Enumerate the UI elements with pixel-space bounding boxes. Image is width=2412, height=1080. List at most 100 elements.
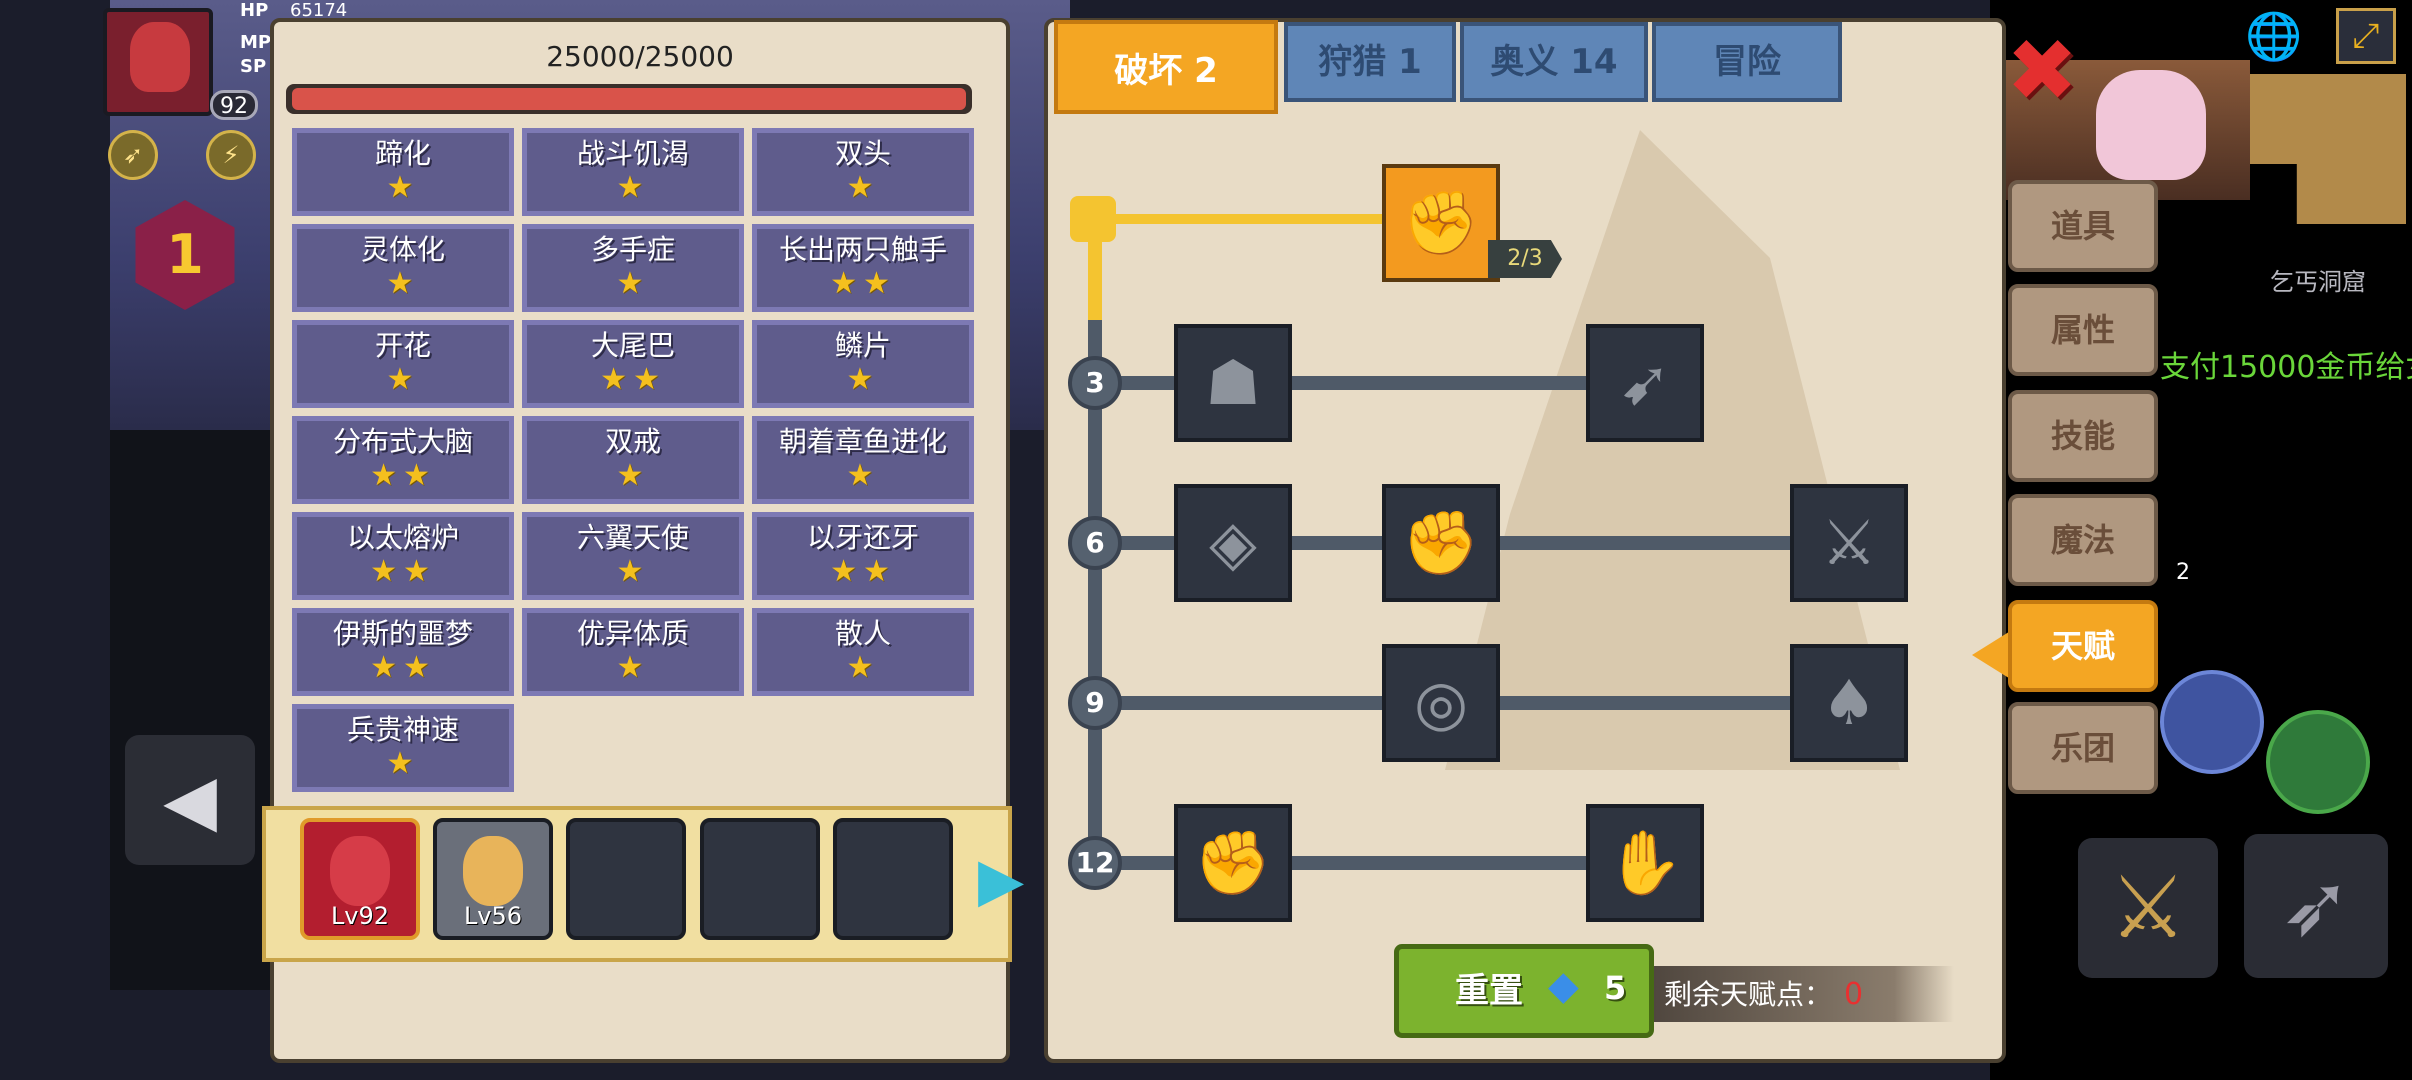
player-level-badge: 92 bbox=[210, 90, 258, 120]
grip-talent-icon[interactable]: ✋ bbox=[1586, 804, 1704, 922]
sp-label: SP bbox=[240, 56, 267, 77]
trait-tile[interactable]: 多手症 ★ bbox=[522, 224, 744, 312]
trait-tile[interactable]: 鳞片 ★ bbox=[752, 320, 974, 408]
trait-name: 大尾巴 bbox=[590, 329, 675, 362]
team-slot[interactable]: Lv92 bbox=[300, 818, 420, 940]
clenched-fist-talent-icon[interactable]: ✊ bbox=[1174, 804, 1292, 922]
trait-stars: ★ bbox=[846, 458, 880, 493]
row-level-node: 12 bbox=[1068, 836, 1122, 890]
arm-wrestle-talent-icon[interactable]: ✊ bbox=[1382, 164, 1500, 282]
trait-name: 鳞片 bbox=[834, 329, 891, 362]
trait-tile[interactable]: 双戒 ★ bbox=[522, 416, 744, 504]
blood-blade-talent-icon[interactable]: ⚔ bbox=[1790, 484, 1908, 602]
trait-tile[interactable]: 以太熔炉 ★★ bbox=[292, 512, 514, 600]
sword-icon[interactable]: ⚔ bbox=[2078, 838, 2218, 978]
trait-stars: ★★ bbox=[830, 554, 896, 589]
menu-items[interactable]: 道具 bbox=[2008, 180, 2158, 272]
trait-name: 分布式大脑 bbox=[332, 425, 473, 458]
trait-tile[interactable]: 开花 ★ bbox=[292, 320, 514, 408]
expand-arrow-icon[interactable]: ⤢ bbox=[2336, 8, 2396, 64]
team-slot-empty[interactable] bbox=[566, 818, 686, 940]
quest-text: 支付15000金币给女 bbox=[2160, 350, 2412, 385]
trait-tile[interactable]: 灵体化 ★ bbox=[292, 224, 514, 312]
menu-band[interactable]: 乐团 bbox=[2008, 702, 2158, 794]
row-level-node: 6 bbox=[1068, 516, 1122, 570]
trait-tile[interactable]: 以牙还牙 ★★ bbox=[752, 512, 974, 600]
team-next-arrow-icon[interactable]: ▶ bbox=[978, 845, 1024, 915]
trait-stars: ★ bbox=[846, 170, 880, 205]
trait-stars: ★★ bbox=[370, 458, 436, 493]
trait-tile[interactable]: 六翼天使 ★ bbox=[522, 512, 744, 600]
tree-start-node bbox=[1070, 196, 1116, 242]
arrow-shot-talent-icon[interactable]: ➹ bbox=[1586, 324, 1704, 442]
player-face bbox=[130, 22, 190, 92]
trait-tile[interactable]: 长出两只触手 ★★ bbox=[752, 224, 974, 312]
trait-stars: ★ bbox=[616, 650, 650, 685]
talent-points-label: 剩余天赋点： bbox=[1664, 978, 1833, 1011]
trait-name: 散人 bbox=[834, 617, 891, 650]
trait-stars: ★ bbox=[386, 266, 420, 301]
buff-icon[interactable]: ⚡ bbox=[206, 130, 256, 180]
burst-skill-icon[interactable] bbox=[2266, 710, 2370, 814]
tab-hunting[interactable]: 狩猎 1 bbox=[1284, 22, 1456, 102]
gem-icon: ◆ bbox=[1548, 963, 1579, 1009]
close-icon[interactable]: ✖ bbox=[2006, 28, 2078, 114]
panel-hp-text: 25000/25000 bbox=[546, 40, 734, 73]
location-name: 乞丐洞窟 bbox=[2270, 268, 2366, 296]
trait-stars: ★ bbox=[846, 650, 880, 685]
dpad-left-arrow-icon[interactable]: ◀ bbox=[125, 735, 255, 865]
menu-attributes[interactable]: 属性 bbox=[2008, 284, 2158, 376]
globe-icon[interactable]: 🌐 bbox=[2244, 8, 2304, 64]
talent-points-value: 0 bbox=[1844, 977, 1864, 1012]
team-slot-empty[interactable] bbox=[833, 818, 953, 940]
trait-stars: ★ bbox=[386, 170, 420, 205]
trait-stars: ★ bbox=[846, 362, 880, 397]
trait-name: 兵贵神速 bbox=[346, 713, 459, 746]
power-fist-talent-icon[interactable]: ✊ bbox=[1382, 484, 1500, 602]
trait-name: 伊斯的噩梦 bbox=[332, 617, 473, 650]
eye-skill-icon[interactable] bbox=[2160, 670, 2264, 774]
trait-name: 开花 bbox=[374, 329, 431, 362]
team-slot[interactable]: Lv56 bbox=[433, 818, 553, 940]
shield-break-talent-icon[interactable]: ◈ bbox=[1174, 484, 1292, 602]
trait-tile[interactable]: 散人 ★ bbox=[752, 608, 974, 696]
bow-icon[interactable]: ➶ bbox=[2244, 834, 2388, 978]
trait-name: 六翼天使 bbox=[576, 521, 689, 554]
trait-tile[interactable]: 分布式大脑 ★★ bbox=[292, 416, 514, 504]
menu-magic[interactable]: 魔法 bbox=[2008, 494, 2158, 586]
menu-skills[interactable]: 技能 bbox=[2008, 390, 2158, 482]
trait-tile[interactable]: 大尾巴 ★★ bbox=[522, 320, 744, 408]
trait-stars: ★★ bbox=[600, 362, 666, 397]
trait-tile[interactable]: 兵贵神速 ★ bbox=[292, 704, 514, 792]
trait-name: 优异体质 bbox=[576, 617, 689, 650]
trait-tile[interactable]: 战斗饥渴 ★ bbox=[522, 128, 744, 216]
trait-tile[interactable]: 伊斯的噩梦 ★★ bbox=[292, 608, 514, 696]
menu-talent[interactable]: 天赋 bbox=[2008, 600, 2158, 692]
hero-portrait bbox=[330, 836, 390, 906]
slot-level: Lv56 bbox=[463, 902, 523, 930]
hero-portrait bbox=[463, 836, 523, 906]
tree-top-branch bbox=[1094, 214, 1394, 224]
trait-stars: ★ bbox=[386, 746, 420, 781]
tab-destruction[interactable]: 破坏 2 bbox=[1054, 20, 1278, 114]
trait-tile[interactable]: 双头 ★ bbox=[752, 128, 974, 216]
row-level-node: 9 bbox=[1068, 676, 1122, 730]
trait-tile[interactable]: 朝着章鱼进化 ★ bbox=[752, 416, 974, 504]
trait-tile[interactable]: 蹄化 ★ bbox=[292, 128, 514, 216]
tab-mystery[interactable]: 奥义 14 bbox=[1460, 22, 1648, 102]
trait-tile[interactable]: 优异体质 ★ bbox=[522, 608, 744, 696]
wing-icon[interactable]: ➶ bbox=[108, 130, 158, 180]
trait-stars: ★ bbox=[616, 170, 650, 205]
trait-name: 灵体化 bbox=[360, 233, 445, 266]
bat-talent-icon[interactable]: ♠ bbox=[1790, 644, 1908, 762]
reset-cost: 5 bbox=[1604, 969, 1627, 1007]
team-slot-empty[interactable] bbox=[700, 818, 820, 940]
trait-name: 朝着章鱼进化 bbox=[778, 425, 947, 458]
trait-name: 双头 bbox=[834, 137, 891, 170]
strength-body-talent-icon[interactable]: ☗ bbox=[1174, 324, 1292, 442]
bunny-npc[interactable] bbox=[2096, 70, 2206, 180]
trait-name: 以太熔炉 bbox=[346, 521, 459, 554]
game-background-lower bbox=[110, 430, 280, 990]
ripple-talent-icon[interactable]: ◎ bbox=[1382, 644, 1500, 762]
tab-adventure[interactable]: 冒险 bbox=[1652, 22, 1842, 102]
